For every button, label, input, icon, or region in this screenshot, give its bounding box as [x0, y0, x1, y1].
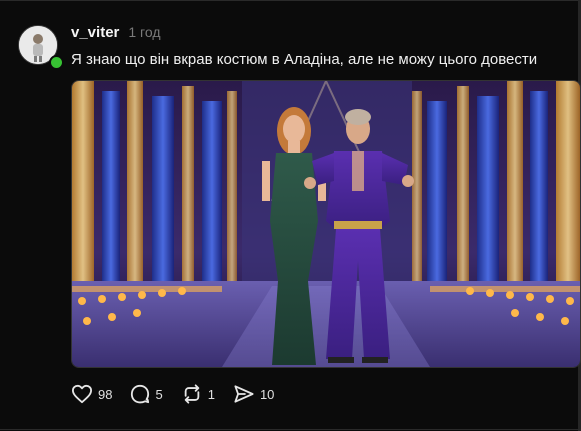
avatar[interactable]	[18, 25, 64, 70]
post-timestamp[interactable]: 1 год	[128, 24, 160, 40]
heart-icon	[72, 384, 92, 404]
username[interactable]: v_viter	[71, 24, 119, 41]
online-status-dot	[49, 55, 64, 70]
repost-button[interactable]: 1	[181, 384, 215, 404]
post-actions: 98 5 1 10	[71, 384, 292, 404]
top-divider	[0, 0, 581, 1]
repost-icon	[184, 384, 199, 404]
like-count: 98	[98, 386, 113, 402]
post-header: v_viter 1 год	[71, 24, 161, 41]
post-text: Я знаю що він вкрав костюм в Аладіна, ал…	[71, 51, 538, 68]
comment-icon	[131, 384, 150, 404]
share-count: 10	[259, 386, 275, 402]
send-icon	[234, 385, 254, 403]
repost-count: 1	[207, 386, 215, 402]
post-image[interactable]	[71, 80, 581, 368]
comment-button[interactable]: 5	[130, 384, 163, 404]
comment-count: 5	[155, 386, 163, 402]
like-button[interactable]: 98	[71, 384, 112, 404]
share-button[interactable]: 10	[233, 384, 274, 404]
bottom-divider	[0, 429, 581, 430]
